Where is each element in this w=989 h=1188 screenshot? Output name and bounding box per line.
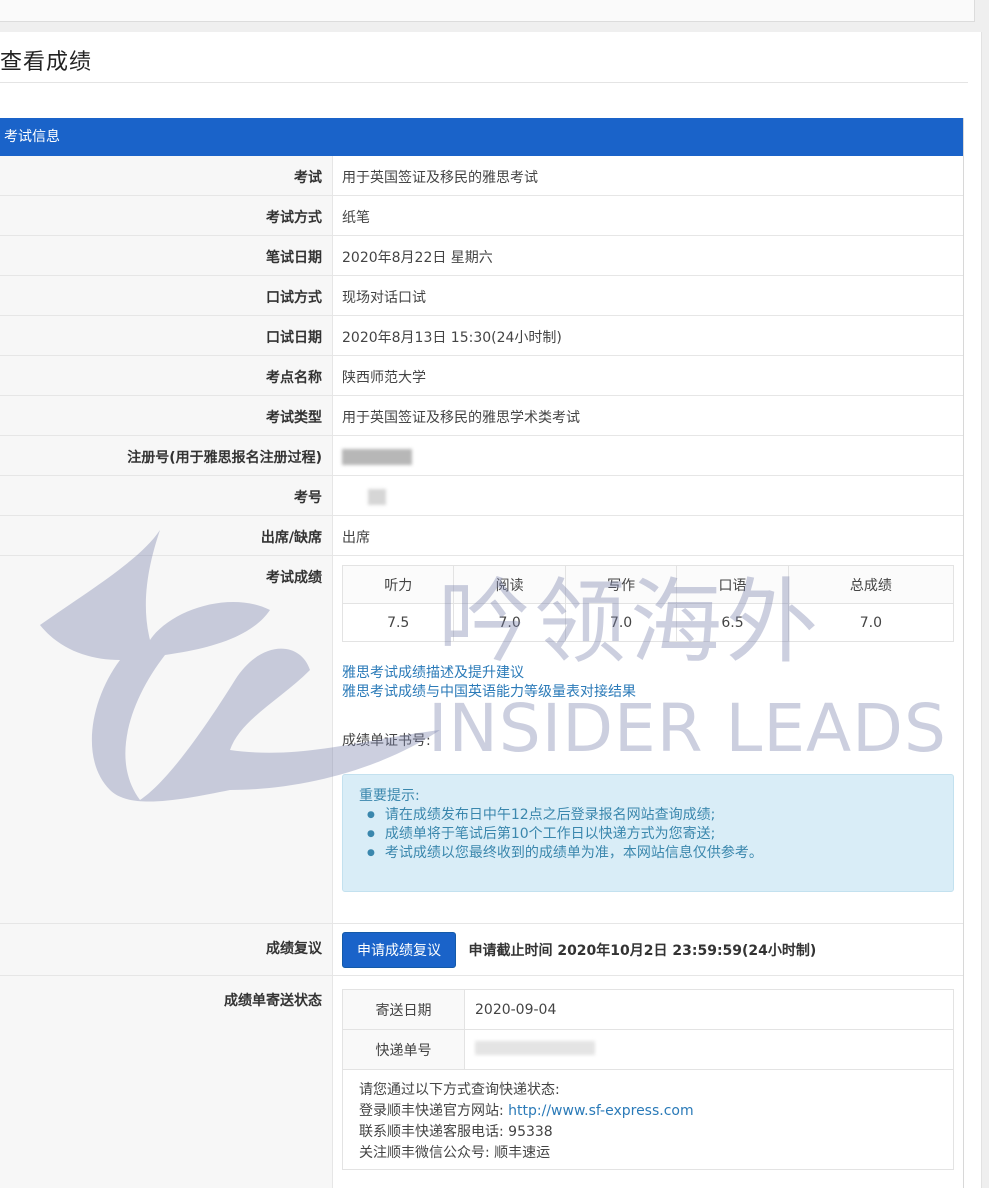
certificate-number-label: 成绩单证书号:: [342, 733, 431, 749]
score-description-link[interactable]: 雅思考试成绩描述及提升建议: [342, 664, 963, 683]
registration-number-redacted: [333, 436, 963, 475]
score-value: 7.0: [787, 603, 955, 642]
page-title: 查看成绩: [0, 50, 93, 75]
shipping-info-title: 请您通过以下方式查询快递状态:: [359, 1082, 560, 1098]
sf-phone: 联系顺丰快递客服电话: 95338: [359, 1124, 553, 1140]
test-center-link[interactable]: 陕西师范大学: [333, 356, 963, 395]
shipping-content: 寄送日期 2020-09-04 快递单号 请您通过以下方式查询快递状态: 登录顺…: [333, 976, 963, 1188]
notice-item: 考试成绩以您最终收到的成绩单为准，本网站信息仅供参考。: [367, 844, 937, 863]
candidate-number-redacted: [333, 476, 963, 515]
score-header: 阅读: [453, 565, 566, 604]
info-row: 考点名称 陕西师范大学: [0, 356, 963, 396]
info-row: 口试日期 2020年8月13日 15:30(24小时制): [0, 316, 963, 356]
row-label: 考试类型: [0, 396, 333, 435]
tracking-number-redacted: [464, 1029, 954, 1070]
sf-website-link[interactable]: http://www.sf-express.com: [508, 1103, 693, 1119]
info-row: 注册号(用于雅思报名注册过程): [0, 436, 963, 476]
row-label: 出席/缺席: [0, 516, 333, 555]
row-label: 成绩单寄送状态: [0, 976, 333, 1188]
page-panel: 查看成绩 考试信息 考试 用于英国签证及移民的雅思考试 考试方式 纸笔 笔试日期…: [0, 32, 982, 1188]
info-row: 考号: [0, 476, 963, 516]
row-value: 纸笔: [342, 210, 370, 226]
score-header: 写作: [564, 565, 678, 604]
score-header: 总成绩: [787, 565, 955, 604]
tracking-number-label: 快递单号: [342, 1029, 465, 1070]
row-label: 注册号(用于雅思报名注册过程): [0, 436, 333, 475]
info-row: 笔试日期 2020年8月22日 星期六: [0, 236, 963, 276]
apply-review-button[interactable]: 申请成绩复议: [342, 932, 456, 968]
score-value: 7.0: [453, 603, 566, 642]
row-value: 用于英国签证及移民的雅思考试: [342, 170, 538, 186]
important-notice: 重要提示: 请在成绩发布日中午12点之后登录报名网站查询成绩; 成绩单将于笔试后…: [342, 774, 954, 892]
sf-website-label: 登录顺丰快递官方网站:: [359, 1103, 504, 1119]
row-value: 现场对话口试: [342, 290, 426, 306]
review-deadline: 申请截止时间 2020年10月2日 23:59:59(24小时制): [468, 943, 817, 959]
exam-info-card: 考试信息 考试 用于英国签证及移民的雅思考试 考试方式 纸笔 笔试日期 2020…: [0, 118, 964, 1188]
review-content: 申请成绩复议 申请截止时间 2020年10月2日 23:59:59(24小时制): [333, 924, 963, 975]
info-row: 考试 用于英国签证及移民的雅思考试: [0, 156, 963, 196]
info-row: 口试方式 现场对话口试: [0, 276, 963, 316]
ship-date-label: 寄送日期: [342, 989, 465, 1030]
score-value: 6.5: [676, 603, 789, 642]
row-value: 2020年8月22日 星期六: [342, 250, 493, 266]
notice-item: 成绩单将于笔试后第10个工作日以快递方式为您寄送;: [367, 825, 937, 844]
shipping-table: 寄送日期 2020-09-04 快递单号: [342, 989, 954, 1070]
row-value: 2020年8月13日 15:30(24小时制): [342, 330, 562, 346]
review-row: 成绩复议 申请成绩复议 申请截止时间 2020年10月2日 23:59:59(2…: [0, 924, 963, 976]
row-label: 考试: [0, 156, 333, 195]
row-label: 口试方式: [0, 276, 333, 315]
row-value: 用于英国签证及移民的雅思学术类考试: [342, 410, 580, 426]
scores-row: 考试成绩 听力 阅读 写作 口语 总成绩 7.5 7.0 7.0 6.5 7.0…: [0, 556, 963, 924]
notice-item: 请在成绩发布日中午12点之后登录报名网站查询成绩;: [367, 806, 937, 825]
row-label: 口试日期: [0, 316, 333, 355]
notice-title: 重要提示:: [359, 788, 420, 804]
score-value: 7.5: [341, 603, 455, 642]
score-scale-link[interactable]: 雅思考试成绩与中国英语能力等级量表对接结果: [342, 683, 963, 702]
card-header: 考试信息: [0, 118, 963, 156]
scores-content: 听力 阅读 写作 口语 总成绩 7.5 7.0 7.0 6.5 7.0 雅思考试…: [333, 556, 963, 923]
row-label: 笔试日期: [0, 236, 333, 275]
title-divider: [0, 82, 968, 83]
score-value: 7.0: [564, 603, 678, 642]
shipping-row: 成绩单寄送状态 寄送日期 2020-09-04 快递单号 请您通过以下方式查询快…: [0, 976, 963, 1188]
row-label: 考号: [0, 476, 333, 515]
top-strip: [0, 0, 975, 22]
score-header: 听力: [341, 565, 455, 604]
row-value: 出席: [342, 530, 370, 546]
ship-date-value: 2020-09-04: [464, 989, 954, 1030]
shipping-info: 请您通过以下方式查询快递状态: 登录顺丰快递官方网站: http://www.s…: [342, 1070, 954, 1170]
row-label: 考点名称: [0, 356, 333, 395]
score-table: 听力 阅读 写作 口语 总成绩 7.5 7.0 7.0 6.5 7.0: [341, 565, 955, 642]
row-label: 考试方式: [0, 196, 333, 235]
info-row: 考试方式 纸笔: [0, 196, 963, 236]
score-header: 口语: [676, 565, 789, 604]
row-label: 考试成绩: [0, 556, 333, 923]
sf-wechat: 关注顺丰微信公众号: 顺丰速运: [359, 1145, 551, 1161]
info-row: 出席/缺席 出席: [0, 516, 963, 556]
info-row: 考试类型 用于英国签证及移民的雅思学术类考试: [0, 396, 963, 436]
row-label: 成绩复议: [0, 924, 333, 975]
